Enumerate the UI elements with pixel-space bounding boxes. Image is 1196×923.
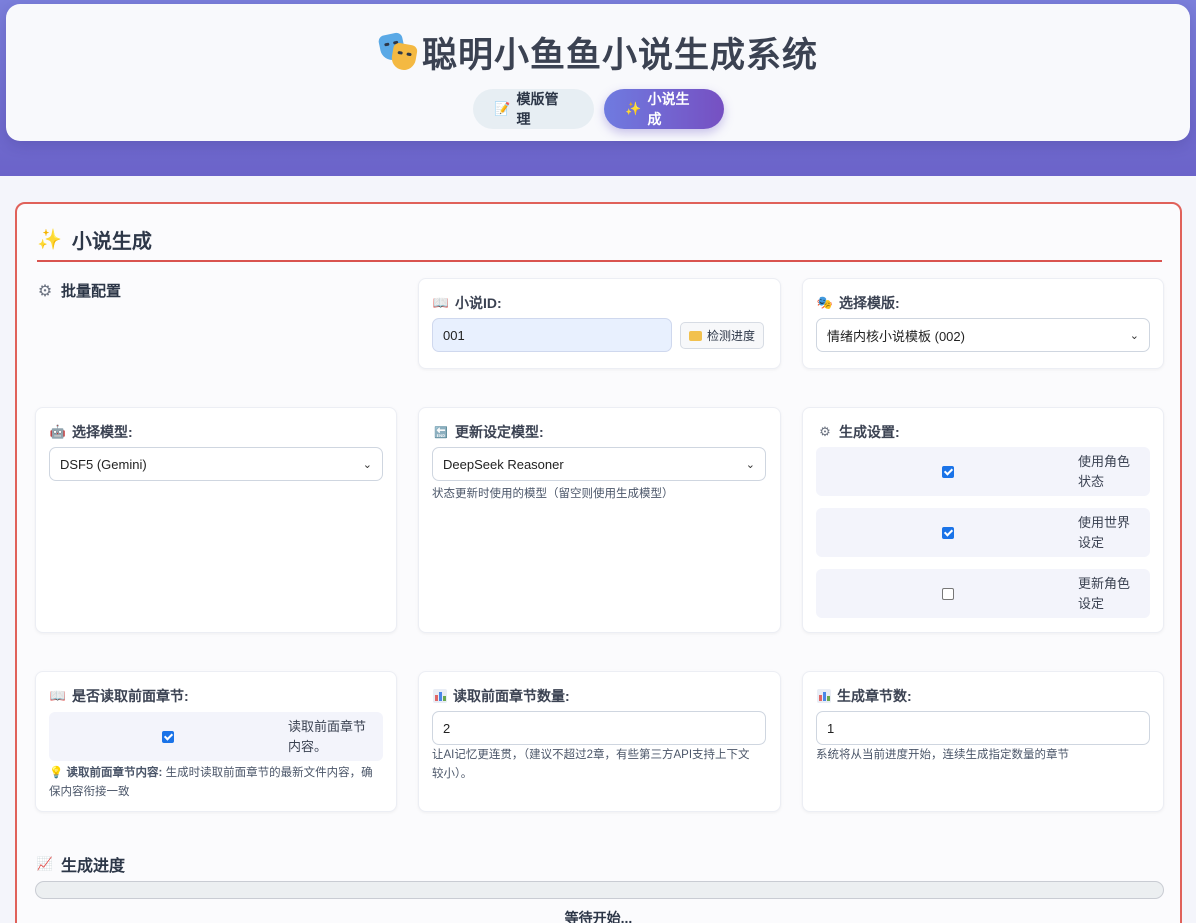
chapter-count-label: 生成章节数: <box>817 686 912 706</box>
theater-masks-icon <box>377 31 419 72</box>
end-arrow-icon: 🔚 <box>434 426 448 439</box>
bar-chart-icon <box>817 689 831 703</box>
read-count-label: 读取前面章节数量: <box>433 686 570 706</box>
option-label: 使用角色 状态 <box>1078 454 1131 489</box>
tab-label: 模版管理 <box>516 91 559 127</box>
detect-progress-button[interactable]: 检测进度 <box>680 322 765 349</box>
use-world-setting-option[interactable]: 使用世界 设定 <box>816 508 1150 557</box>
progress-status: 等待开始... <box>564 910 633 923</box>
update-model-hint: 状态更新时使用的模型（留空则使用生成模型） <box>432 488 674 500</box>
read-previous-card: 📖 是否读取前面章节: 读取前面章节 内容。 💡 读取前面章节内容: 生成时读取… <box>35 671 397 812</box>
read-previous-option[interactable]: 读取前面章节 内容。 <box>49 712 383 761</box>
novel-id-card: 📖 小说ID: 001 检测进度 <box>418 278 781 369</box>
section-title: ✨ 小说生成 <box>37 226 1162 262</box>
chart-increasing-icon: 📈 <box>36 856 54 871</box>
book-icon: 📖 <box>432 295 450 310</box>
option-label: 更新角色 设定 <box>1078 576 1131 611</box>
template-label: 🎭 选择模版: <box>816 295 900 311</box>
read-previous-label: 📖 是否读取前面章节: <box>49 688 189 704</box>
use-character-state-checkbox[interactable] <box>942 466 954 478</box>
option-label: 使用世界 设定 <box>1078 515 1131 550</box>
lightbulb-icon: 💡 <box>49 767 64 779</box>
progress-label: 📈 生成进度 <box>36 856 126 875</box>
read-previous-checkbox[interactable] <box>162 731 174 743</box>
chapter-count-input[interactable]: 1 <box>816 711 1150 745</box>
sparkles-icon: ✨ <box>37 228 62 251</box>
update-model-label: 🔚 更新设定模型: <box>434 424 544 440</box>
read-previous-hint: 💡 读取前面章节内容: 生成时读取前面章节的最新文件内容，确 保内容衔接一致 <box>49 767 373 798</box>
batch-config-label: ⚙ 批量配置 <box>37 282 122 301</box>
sparkles-icon: ✨ <box>625 101 642 116</box>
update-model-card: 🔚 更新设定模型: DeepSeek Reasoner ⌄ 状态更新时使用的模型… <box>418 407 781 633</box>
app-title-text: 聪明小鱼鱼小说生成系统 <box>421 35 818 75</box>
gear-icon: ⚙ <box>37 282 53 300</box>
template-card: 🎭 选择模版: 情绪内核小说模板 (002) ⌄ <box>802 278 1164 369</box>
book-icon: 📖 <box>49 688 67 703</box>
tab-label: 小说生成 <box>647 91 690 127</box>
memo-icon: 📝 <box>494 101 511 116</box>
gear-icon: ⚙ <box>819 424 831 439</box>
chapter-count-hint: 系统将从当前进度开始，连续生成指定数量的章节 <box>816 749 1069 761</box>
chevron-down-icon: ⌄ <box>1129 329 1139 342</box>
header: 聪明小鱼鱼小说生成系统 📝 模版管理 ✨ 小说生成 <box>6 4 1190 141</box>
app-title: 聪明小鱼鱼小说生成系统 <box>6 28 1190 76</box>
chevron-down-icon: ⌄ <box>362 458 372 471</box>
novel-id-label: 📖 小说ID: <box>432 295 502 311</box>
option-label: 读取前面章节 内容。 <box>288 719 367 754</box>
template-select[interactable]: 情绪内核小说模板 (002) ⌄ <box>816 318 1150 352</box>
progress-bar <box>35 881 1164 899</box>
model-label: 🤖 选择模型: <box>49 424 133 440</box>
chevron-down-icon: ⌄ <box>745 458 755 471</box>
model-select[interactable]: DSF5 (Gemini) ⌄ <box>49 447 383 481</box>
chapter-count-card: 生成章节数: 1 系统将从当前进度开始，连续生成指定数量的章节 <box>802 671 1164 812</box>
read-count-hint: 让AI记忆更连贯，（建议不超过2章，有些第三方API支持上下文 较小）。 <box>432 749 750 780</box>
novel-id-input[interactable]: 001 <box>432 318 672 352</box>
update-model-select[interactable]: DeepSeek Reasoner ⌄ <box>432 447 766 481</box>
read-count-card: 读取前面章节数量: 2 让AI记忆更连贯，（建议不超过2章，有些第三方API支持… <box>418 671 781 812</box>
tab-novel-generation[interactable]: ✨ 小说生成 <box>603 89 724 129</box>
main-nav: 📝 模版管理 ✨ 小说生成 <box>6 89 1190 129</box>
use-character-state-option[interactable]: 使用角色 状态 <box>816 447 1150 496</box>
bar-chart-icon <box>433 689 447 703</box>
model-card: 🤖 选择模型: DSF5 (Gemini) ⌄ <box>35 407 397 633</box>
tab-template-management[interactable]: 📝 模版管理 <box>472 89 594 129</box>
section-title-text: 小说生成 <box>71 230 152 253</box>
generation-settings-label: ⚙ 生成设置: <box>817 422 900 442</box>
novel-generation-panel: ✨ 小说生成 ⚙ 批量配置 📖 小说ID: 001 检测进度 🎭 选择模版: 情… <box>15 202 1182 923</box>
folder-icon <box>689 330 702 341</box>
generation-settings-card: ⚙ 生成设置: 使用角色 状态 使用世界 设定 更新角色 设定 <box>802 407 1164 633</box>
read-count-input[interactable]: 2 <box>432 711 766 745</box>
update-character-setting-checkbox[interactable] <box>942 588 954 600</box>
robot-icon: 🤖 <box>49 424 67 439</box>
update-character-setting-option[interactable]: 更新角色 设定 <box>816 569 1150 618</box>
use-world-setting-checkbox[interactable] <box>942 527 954 539</box>
theater-masks-icon: 🎭 <box>816 295 834 310</box>
